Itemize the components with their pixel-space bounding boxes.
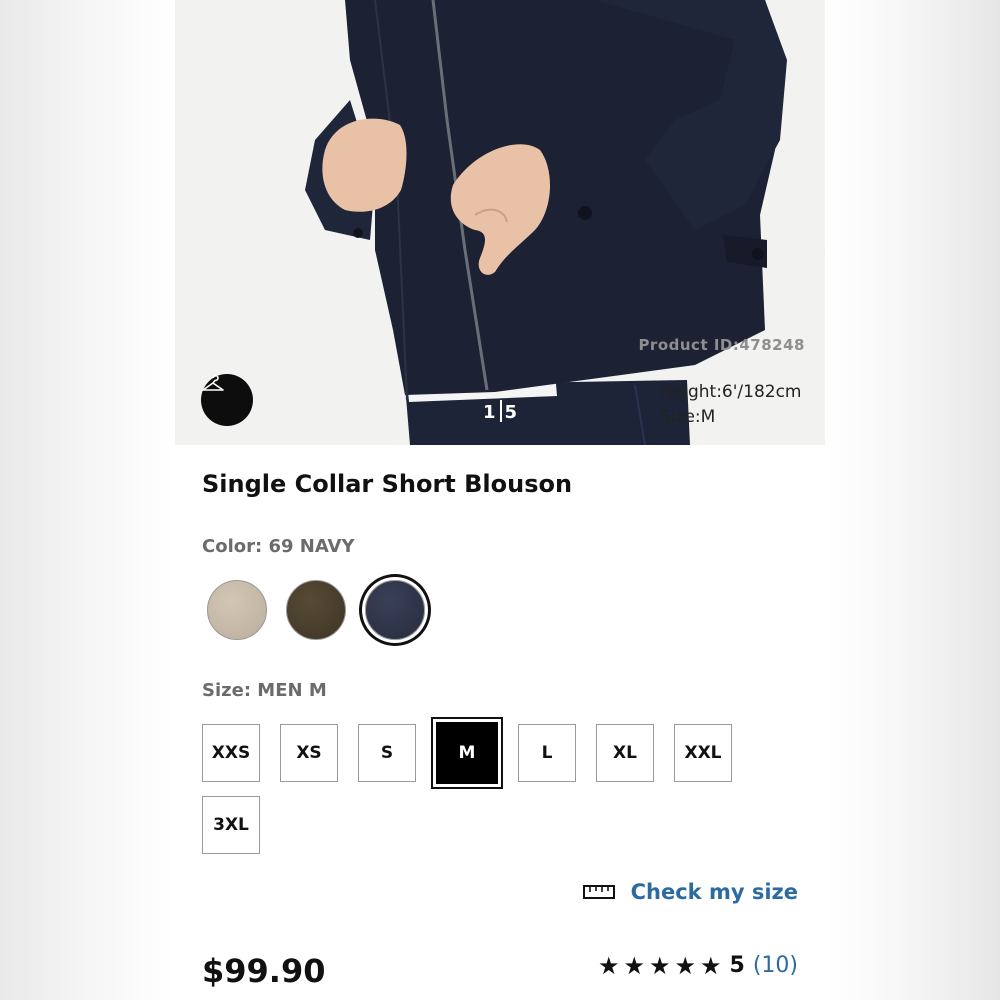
- color-swatch-navy[interactable]: [365, 580, 425, 640]
- star-icon: ★: [623, 951, 645, 980]
- product-price: $99.90: [202, 952, 326, 990]
- model-size: Size:M: [660, 407, 716, 427]
- size-option-s[interactable]: S: [358, 724, 416, 782]
- product-rating[interactable]: ★ ★ ★ ★ ★ 5 (10): [598, 953, 798, 978]
- product-id: Product ID:478248: [638, 336, 805, 354]
- color-swatch-beige[interactable]: [207, 580, 267, 640]
- check-my-size-link[interactable]: Check my size: [582, 880, 798, 904]
- star-icon: ★: [648, 951, 671, 980]
- ruler-icon: [582, 885, 615, 899]
- product-title: Single Collar Short Blouson: [202, 470, 573, 498]
- star-icon: ★: [700, 951, 722, 980]
- size-option-xxl[interactable]: XXL: [674, 724, 732, 782]
- star-icon: ★: [674, 951, 696, 980]
- size-option-xs[interactable]: XS: [280, 724, 338, 782]
- hanger-icon: [202, 374, 224, 391]
- color-swatches: [207, 580, 425, 640]
- size-option-l[interactable]: L: [518, 724, 576, 782]
- try-on-button[interactable]: [201, 374, 253, 426]
- rating-value: 5: [729, 953, 745, 978]
- product-photo: [305, 0, 787, 445]
- image-counter-divider: [499, 400, 502, 422]
- size-options: XXS XS S M L XL XXL 3XL: [202, 722, 762, 854]
- color-label: Color: 69 NAVY: [202, 536, 355, 557]
- size-option-3xl[interactable]: 3XL: [202, 796, 260, 854]
- size-option-xxs[interactable]: XXS: [202, 724, 260, 782]
- product-image-carousel[interactable]: 15 Product ID:478248 Height:6'/182cm Siz…: [175, 0, 825, 445]
- model-height: Height:6'/182cm: [660, 382, 802, 402]
- review-count-link[interactable]: (10): [753, 953, 798, 978]
- image-counter-current: 1: [483, 402, 497, 423]
- star-icon: ★: [597, 951, 620, 980]
- size-option-m[interactable]: M: [436, 722, 498, 784]
- size-label: Size: MEN M: [202, 680, 327, 701]
- check-my-size-label: Check my size: [630, 880, 798, 904]
- rating-stars: ★ ★ ★ ★ ★: [598, 954, 722, 978]
- color-swatch-brown[interactable]: [286, 580, 346, 640]
- model-info: Height:6'/182cm Size:M: [660, 380, 802, 430]
- image-counter: 15: [479, 398, 522, 428]
- image-counter-total: 5: [504, 402, 519, 423]
- size-option-xl[interactable]: XL: [596, 724, 654, 782]
- product-page: 15 Product ID:478248 Height:6'/182cm Siz…: [175, 0, 825, 1000]
